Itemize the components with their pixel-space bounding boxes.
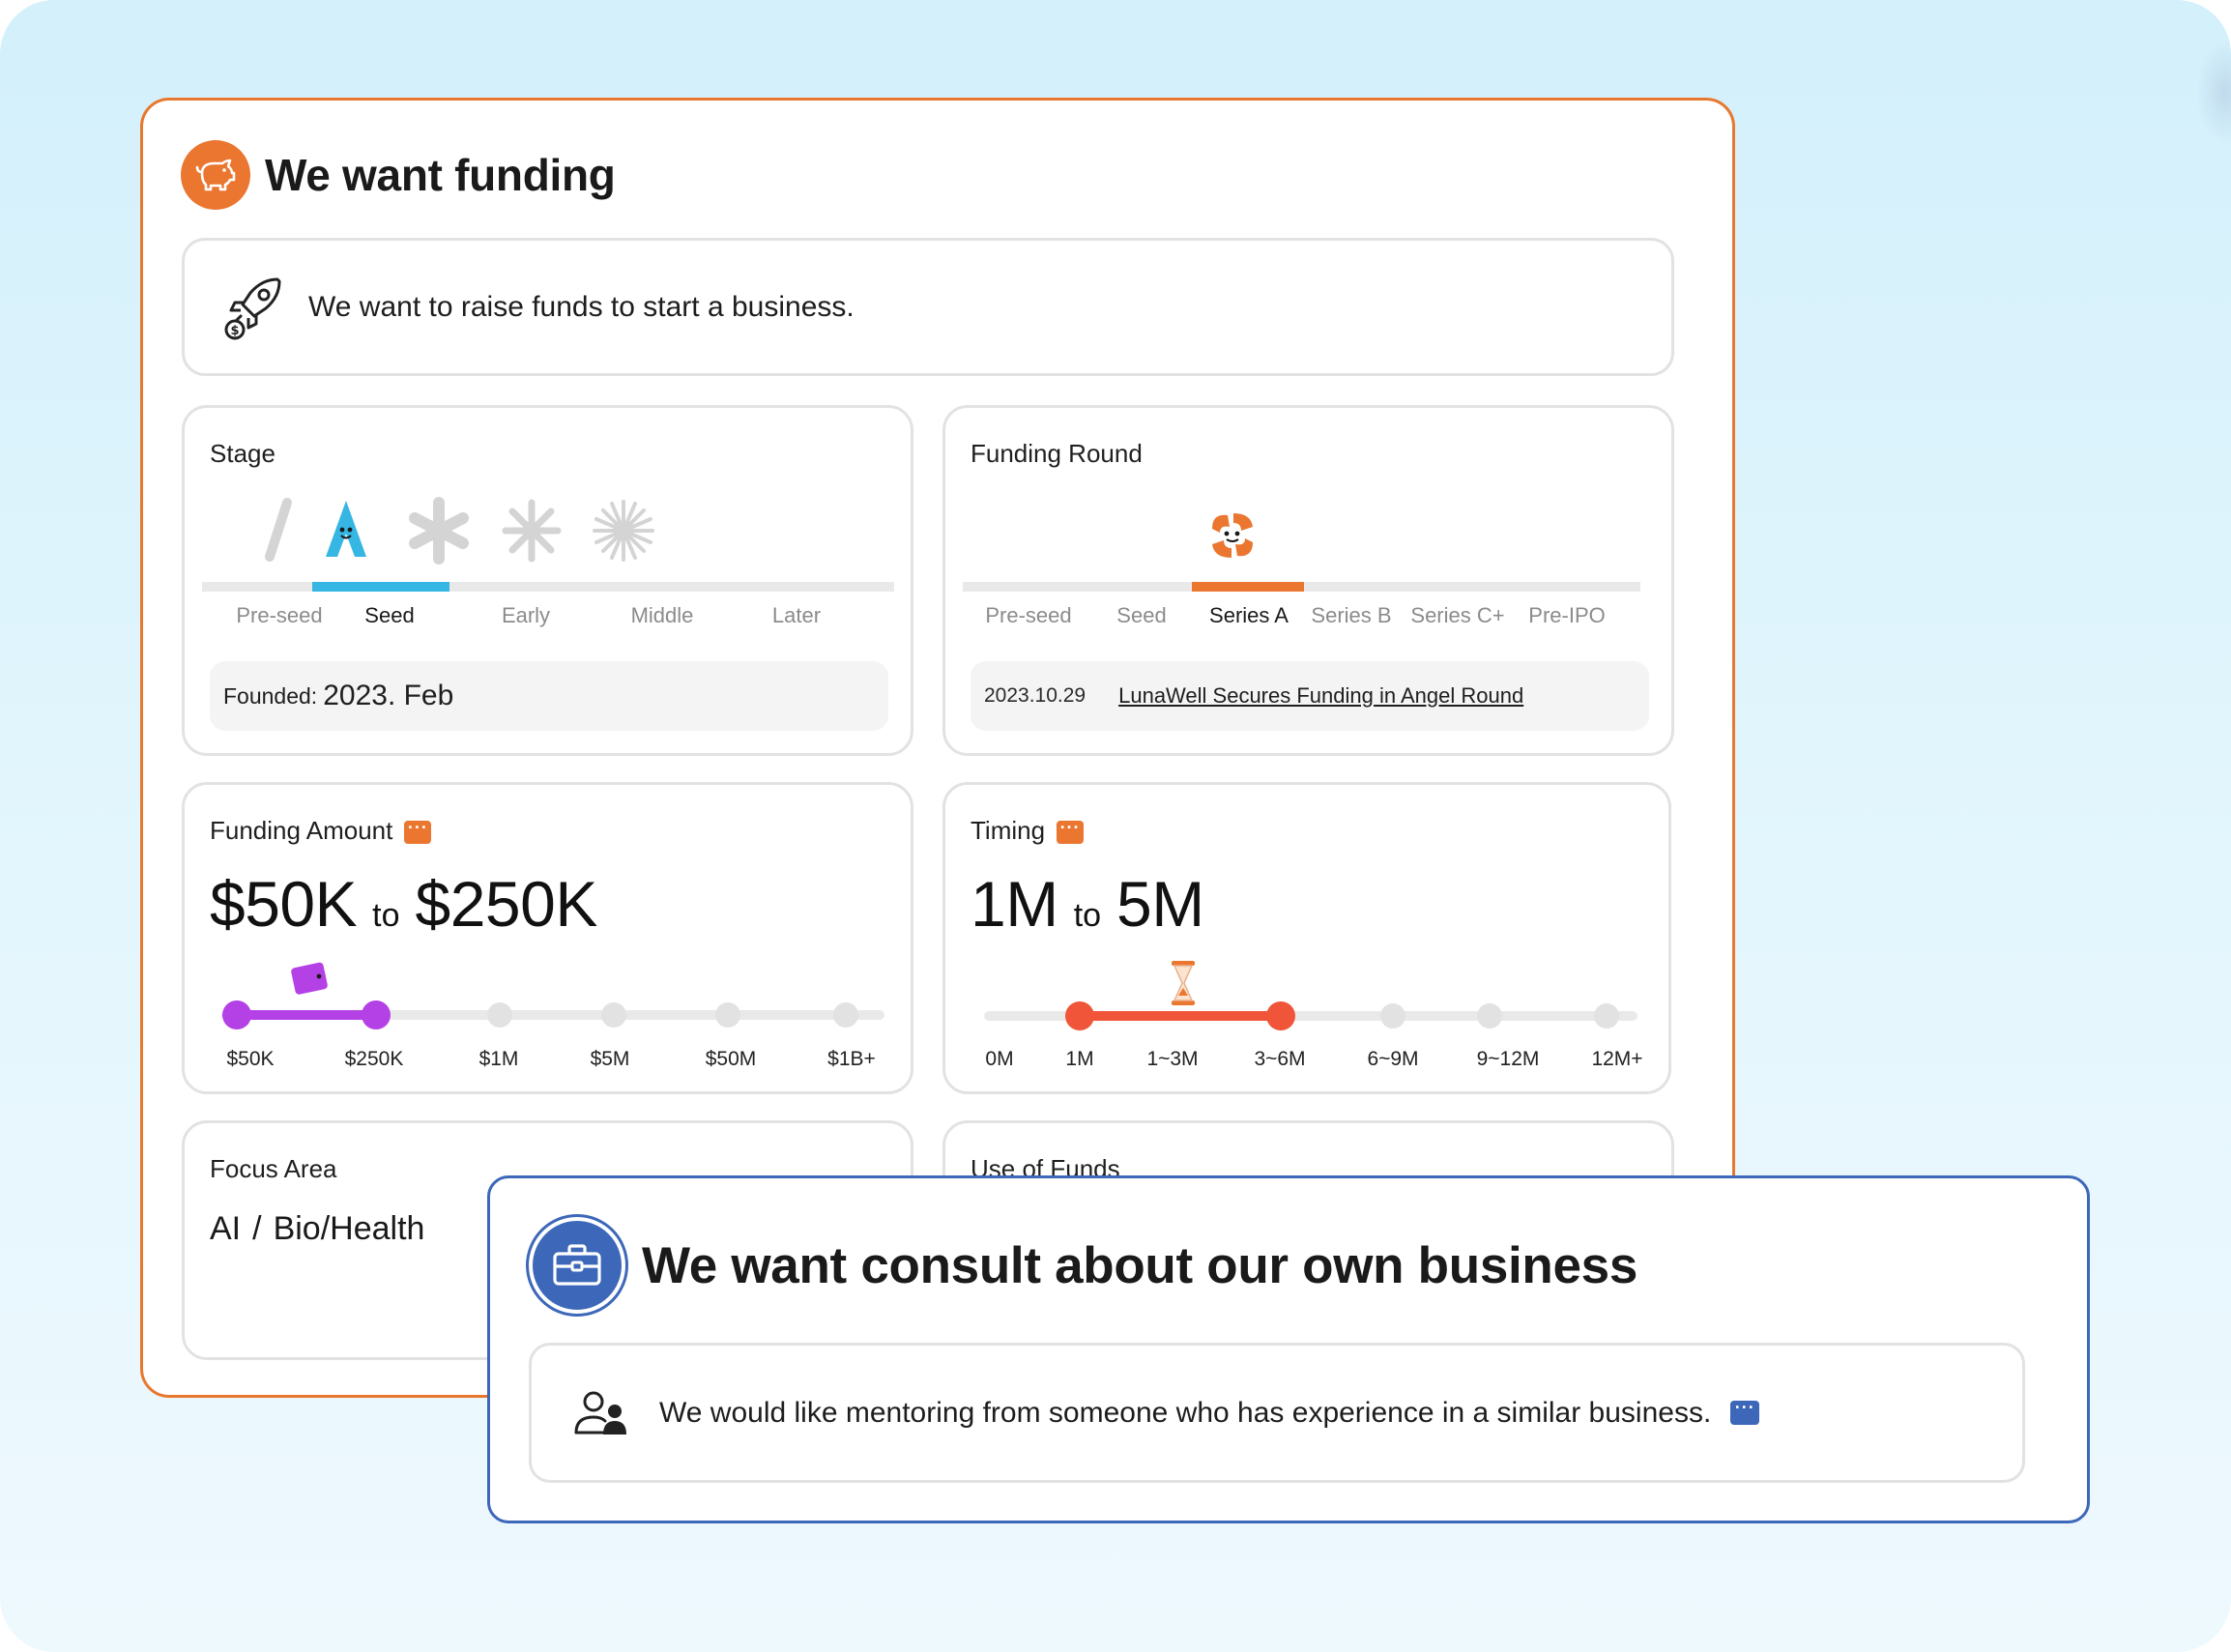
amount-tick: $50K xyxy=(226,1048,275,1070)
amount-stop-50m[interactable] xyxy=(715,1002,740,1028)
wallet-icon xyxy=(291,962,328,995)
round-option-series-b[interactable]: Series B xyxy=(1311,603,1391,628)
stage-option-middle[interactable]: Middle xyxy=(631,603,694,628)
amount-tick: $1B+ xyxy=(827,1048,876,1070)
round-news-date: 2023.10.29 xyxy=(984,684,1087,707)
asterisk-early-icon xyxy=(409,497,469,565)
timing-header: Timing xyxy=(971,816,1085,846)
timing-label: Timing xyxy=(971,816,1046,845)
timing-range: 1M to 5M xyxy=(971,867,1204,941)
amount-stop-5m[interactable] xyxy=(601,1002,626,1028)
comment-icon[interactable] xyxy=(1730,1398,1760,1425)
stage-card: Stage Pre-seed Seed Early Middle Later F… xyxy=(182,405,913,756)
svg-text:$: $ xyxy=(230,324,239,338)
timing-card: Timing 1M to 5M 0M 1M 1~3M 3~6M 6~9M 9~1… xyxy=(942,782,1671,1094)
timing-tick: 9~12M xyxy=(1476,1048,1540,1070)
amount-stop-1m[interactable] xyxy=(487,1002,512,1028)
round-selected-bar xyxy=(1192,582,1304,592)
stage-icons xyxy=(210,497,886,565)
timing-tick: 1~3M xyxy=(1146,1048,1199,1070)
funding-amount-card: Funding Amount $50K to $250K $50K $250K … xyxy=(182,782,913,1094)
amount-tick: $1M xyxy=(478,1048,519,1070)
amount-tick: $50M xyxy=(705,1048,757,1070)
timing-selected-range xyxy=(1080,1011,1281,1021)
timing-tick: 3~6M xyxy=(1254,1048,1306,1070)
timing-tick: 1M xyxy=(1065,1048,1094,1070)
funding-amount-label: Funding Amount xyxy=(210,816,393,845)
funding-statement: We want to raise funds to start a busine… xyxy=(308,290,855,323)
amount-handle-end[interactable] xyxy=(362,1000,391,1029)
stage-label: Stage xyxy=(210,439,275,468)
amount-to: $250K xyxy=(415,868,598,940)
timing-stop-9-12m[interactable] xyxy=(1477,1003,1502,1029)
comment-icon[interactable] xyxy=(404,818,432,845)
round-option-pre-ipo[interactable]: Pre-IPO xyxy=(1528,603,1605,628)
amount-selected-range xyxy=(237,1010,376,1020)
piggy-bank-icon xyxy=(181,140,250,210)
consult-header: We want consult about our own business xyxy=(529,1217,1637,1314)
consult-statement-box: We would like mentoring from someone who… xyxy=(529,1343,2025,1483)
round-option-series-a[interactable]: Series A xyxy=(1209,603,1289,628)
round-option-series-c[interactable]: Series C+ xyxy=(1410,603,1504,628)
stage-option-pre-seed[interactable]: Pre-seed xyxy=(236,603,322,628)
round-news-link[interactable]: LunaWell Secures Funding in Angel Round xyxy=(1118,683,1523,709)
timing-stop-6-9m[interactable] xyxy=(1380,1003,1405,1029)
stroke-icon xyxy=(265,498,292,562)
amount-to-word: to xyxy=(372,897,400,934)
funding-amount-range: $50K to $250K xyxy=(210,867,597,941)
comment-icon[interactable] xyxy=(1057,818,1085,845)
round-option-pre-seed[interactable]: Pre-seed xyxy=(985,603,1071,628)
round-option-seed[interactable]: Seed xyxy=(1116,603,1166,628)
funding-title: We want funding xyxy=(265,150,616,200)
rocket-icon: $ xyxy=(224,277,281,339)
timing-tick: 12M+ xyxy=(1591,1048,1643,1070)
sparkle-decoration xyxy=(2196,39,2231,145)
hourglass-icon xyxy=(1172,961,1195,1005)
funding-amount-header: Funding Amount xyxy=(210,816,432,846)
stage-selected-bar xyxy=(312,582,449,592)
founded-prefix: Founded: xyxy=(223,682,318,709)
focus-area-item: Bio/Health xyxy=(273,1210,425,1247)
seed-mascot-icon xyxy=(326,501,366,557)
asterisk-middle-icon xyxy=(502,499,562,563)
timing-from: 1M xyxy=(971,868,1058,940)
funding-round-label: Funding Round xyxy=(971,439,1143,468)
stage-option-seed[interactable]: Seed xyxy=(364,603,414,628)
stage-option-early[interactable]: Early xyxy=(502,603,550,628)
amount-from: $50K xyxy=(210,868,358,940)
amount-handle-start[interactable] xyxy=(222,1000,251,1029)
series-a-mascot-icon xyxy=(1212,513,1253,558)
funding-statement-box: $ We want to raise funds to start a busi… xyxy=(182,238,1674,376)
stage-option-later[interactable]: Later xyxy=(772,603,821,628)
timing-handle-start[interactable] xyxy=(1065,1001,1094,1030)
focus-area-values: AI / Bio/Health xyxy=(210,1210,424,1248)
timing-to: 5M xyxy=(1116,868,1204,940)
briefcase-icon xyxy=(529,1217,625,1314)
amount-tick: $250K xyxy=(344,1048,404,1070)
timing-tick: 0M xyxy=(985,1048,1014,1070)
focus-area-separator: / xyxy=(252,1210,262,1247)
amount-stop-1b[interactable] xyxy=(833,1002,858,1028)
asterisk-later-icon xyxy=(593,500,654,562)
founded-info: Founded: 2023. Feb xyxy=(210,661,888,731)
funding-round-card: Funding Round Pre-seed Seed Series A Ser… xyxy=(942,405,1674,756)
round-news: 2023.10.29 LunaWell Secures Funding in A… xyxy=(971,661,1649,731)
timing-tick: 6~9M xyxy=(1367,1048,1419,1070)
stage-track xyxy=(202,582,894,592)
funding-header: We want funding xyxy=(181,140,616,210)
timing-to-word: to xyxy=(1073,897,1102,934)
timing-stop-12m[interactable] xyxy=(1594,1003,1619,1029)
timing-handle-end[interactable] xyxy=(1266,1001,1295,1030)
amount-tick: $5M xyxy=(590,1048,630,1070)
consult-title: We want consult about our own business xyxy=(642,1236,1638,1294)
founded-value: 2023. Feb xyxy=(323,680,454,711)
focus-area-label: Focus Area xyxy=(210,1154,337,1183)
focus-area-item: AI xyxy=(210,1210,242,1247)
consult-statement: We would like mentoring from someone who… xyxy=(659,1396,1712,1429)
consult-panel: We want consult about our own business W… xyxy=(487,1175,2090,1523)
mentor-people-icon xyxy=(574,1391,626,1435)
